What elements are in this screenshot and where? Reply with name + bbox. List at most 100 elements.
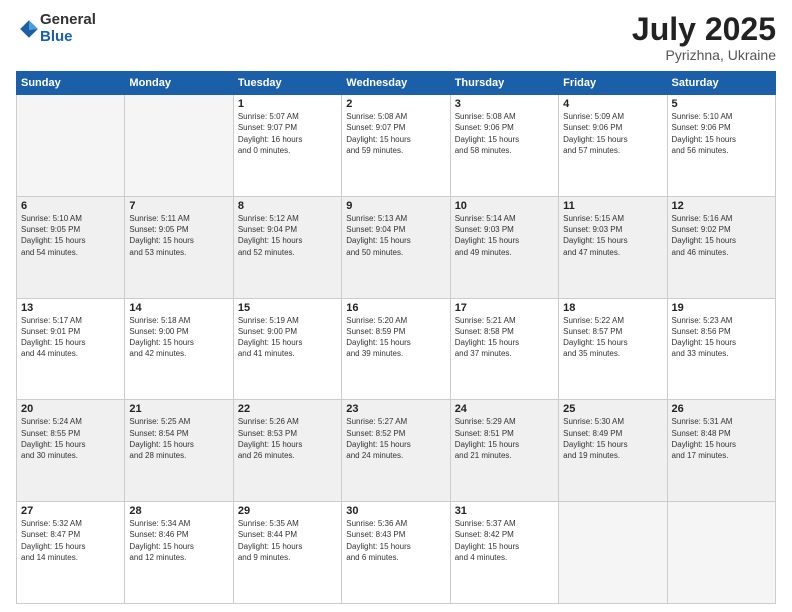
day-number: 7 [129,200,228,212]
table-row: 1Sunrise: 5:07 AMSunset: 9:07 PMDaylight… [233,95,341,197]
day-number: 24 [455,403,554,415]
calendar: Sunday Monday Tuesday Wednesday Thursday… [16,71,776,604]
table-row: 23Sunrise: 5:27 AMSunset: 8:52 PMDayligh… [342,400,450,502]
table-row: 12Sunrise: 5:16 AMSunset: 9:02 PMDayligh… [667,196,775,298]
table-row [125,95,233,197]
day-info: Sunrise: 5:25 AMSunset: 8:54 PMDaylight:… [129,416,228,461]
col-sunday: Sunday [17,72,125,95]
day-info: Sunrise: 5:18 AMSunset: 9:00 PMDaylight:… [129,315,228,360]
table-row: 27Sunrise: 5:32 AMSunset: 8:47 PMDayligh… [17,502,125,604]
col-tuesday: Tuesday [233,72,341,95]
day-number: 10 [455,200,554,212]
logo-text: General Blue [40,12,96,45]
day-info: Sunrise: 5:11 AMSunset: 9:05 PMDaylight:… [129,213,228,258]
calendar-week-row: 1Sunrise: 5:07 AMSunset: 9:07 PMDaylight… [17,95,776,197]
logo: General Blue [16,12,96,45]
day-number: 30 [346,505,445,517]
calendar-week-row: 6Sunrise: 5:10 AMSunset: 9:05 PMDaylight… [17,196,776,298]
table-row: 6Sunrise: 5:10 AMSunset: 9:05 PMDaylight… [17,196,125,298]
day-info: Sunrise: 5:29 AMSunset: 8:51 PMDaylight:… [455,416,554,461]
day-info: Sunrise: 5:24 AMSunset: 8:55 PMDaylight:… [21,416,120,461]
day-number: 27 [21,505,120,517]
table-row: 31Sunrise: 5:37 AMSunset: 8:42 PMDayligh… [450,502,558,604]
table-row: 17Sunrise: 5:21 AMSunset: 8:58 PMDayligh… [450,298,558,400]
table-row: 30Sunrise: 5:36 AMSunset: 8:43 PMDayligh… [342,502,450,604]
day-number: 8 [238,200,337,212]
logo-blue-text: Blue [40,29,96,46]
day-number: 20 [21,403,120,415]
day-number: 13 [21,302,120,314]
table-row: 18Sunrise: 5:22 AMSunset: 8:57 PMDayligh… [559,298,667,400]
col-saturday: Saturday [667,72,775,95]
day-number: 31 [455,505,554,517]
table-row [667,502,775,604]
day-info: Sunrise: 5:23 AMSunset: 8:56 PMDaylight:… [672,315,771,360]
day-info: Sunrise: 5:35 AMSunset: 8:44 PMDaylight:… [238,518,337,563]
day-info: Sunrise: 5:14 AMSunset: 9:03 PMDaylight:… [455,213,554,258]
day-info: Sunrise: 5:13 AMSunset: 9:04 PMDaylight:… [346,213,445,258]
table-row: 29Sunrise: 5:35 AMSunset: 8:44 PMDayligh… [233,502,341,604]
table-row: 9Sunrise: 5:13 AMSunset: 9:04 PMDaylight… [342,196,450,298]
logo-icon [18,18,40,40]
table-row: 20Sunrise: 5:24 AMSunset: 8:55 PMDayligh… [17,400,125,502]
col-wednesday: Wednesday [342,72,450,95]
day-number: 11 [563,200,662,212]
day-number: 6 [21,200,120,212]
table-row [559,502,667,604]
day-number: 4 [563,98,662,110]
day-info: Sunrise: 5:30 AMSunset: 8:49 PMDaylight:… [563,416,662,461]
page: General Blue July 2025 Pyrizhna, Ukraine… [0,0,792,612]
table-row: 15Sunrise: 5:19 AMSunset: 9:00 PMDayligh… [233,298,341,400]
day-info: Sunrise: 5:15 AMSunset: 9:03 PMDaylight:… [563,213,662,258]
calendar-week-row: 20Sunrise: 5:24 AMSunset: 8:55 PMDayligh… [17,400,776,502]
day-info: Sunrise: 5:20 AMSunset: 8:59 PMDaylight:… [346,315,445,360]
day-number: 26 [672,403,771,415]
day-number: 25 [563,403,662,415]
day-info: Sunrise: 5:32 AMSunset: 8:47 PMDaylight:… [21,518,120,563]
header: General Blue July 2025 Pyrizhna, Ukraine [16,12,776,63]
day-number: 22 [238,403,337,415]
day-info: Sunrise: 5:21 AMSunset: 8:58 PMDaylight:… [455,315,554,360]
day-info: Sunrise: 5:34 AMSunset: 8:46 PMDaylight:… [129,518,228,563]
table-row: 13Sunrise: 5:17 AMSunset: 9:01 PMDayligh… [17,298,125,400]
day-info: Sunrise: 5:26 AMSunset: 8:53 PMDaylight:… [238,416,337,461]
day-info: Sunrise: 5:10 AMSunset: 9:05 PMDaylight:… [21,213,120,258]
day-info: Sunrise: 5:08 AMSunset: 9:07 PMDaylight:… [346,111,445,156]
table-row: 3Sunrise: 5:08 AMSunset: 9:06 PMDaylight… [450,95,558,197]
table-row: 21Sunrise: 5:25 AMSunset: 8:54 PMDayligh… [125,400,233,502]
day-info: Sunrise: 5:27 AMSunset: 8:52 PMDaylight:… [346,416,445,461]
table-row: 7Sunrise: 5:11 AMSunset: 9:05 PMDaylight… [125,196,233,298]
day-info: Sunrise: 5:12 AMSunset: 9:04 PMDaylight:… [238,213,337,258]
table-row: 14Sunrise: 5:18 AMSunset: 9:00 PMDayligh… [125,298,233,400]
day-info: Sunrise: 5:10 AMSunset: 9:06 PMDaylight:… [672,111,771,156]
table-row: 5Sunrise: 5:10 AMSunset: 9:06 PMDaylight… [667,95,775,197]
month-title: July 2025 [632,12,776,47]
calendar-week-row: 13Sunrise: 5:17 AMSunset: 9:01 PMDayligh… [17,298,776,400]
day-info: Sunrise: 5:19 AMSunset: 9:00 PMDaylight:… [238,315,337,360]
table-row: 28Sunrise: 5:34 AMSunset: 8:46 PMDayligh… [125,502,233,604]
table-row: 11Sunrise: 5:15 AMSunset: 9:03 PMDayligh… [559,196,667,298]
location-title: Pyrizhna, Ukraine [632,47,776,63]
table-row: 19Sunrise: 5:23 AMSunset: 8:56 PMDayligh… [667,298,775,400]
day-info: Sunrise: 5:17 AMSunset: 9:01 PMDaylight:… [21,315,120,360]
day-info: Sunrise: 5:07 AMSunset: 9:07 PMDaylight:… [238,111,337,156]
day-number: 15 [238,302,337,314]
table-row: 24Sunrise: 5:29 AMSunset: 8:51 PMDayligh… [450,400,558,502]
day-number: 21 [129,403,228,415]
day-info: Sunrise: 5:22 AMSunset: 8:57 PMDaylight:… [563,315,662,360]
day-number: 18 [563,302,662,314]
title-block: July 2025 Pyrizhna, Ukraine [632,12,776,63]
col-monday: Monday [125,72,233,95]
day-number: 2 [346,98,445,110]
day-info: Sunrise: 5:08 AMSunset: 9:06 PMDaylight:… [455,111,554,156]
day-info: Sunrise: 5:36 AMSunset: 8:43 PMDaylight:… [346,518,445,563]
col-thursday: Thursday [450,72,558,95]
day-info: Sunrise: 5:09 AMSunset: 9:06 PMDaylight:… [563,111,662,156]
day-number: 9 [346,200,445,212]
table-row: 10Sunrise: 5:14 AMSunset: 9:03 PMDayligh… [450,196,558,298]
day-number: 29 [238,505,337,517]
table-row: 4Sunrise: 5:09 AMSunset: 9:06 PMDaylight… [559,95,667,197]
day-info: Sunrise: 5:16 AMSunset: 9:02 PMDaylight:… [672,213,771,258]
table-row: 8Sunrise: 5:12 AMSunset: 9:04 PMDaylight… [233,196,341,298]
day-number: 1 [238,98,337,110]
